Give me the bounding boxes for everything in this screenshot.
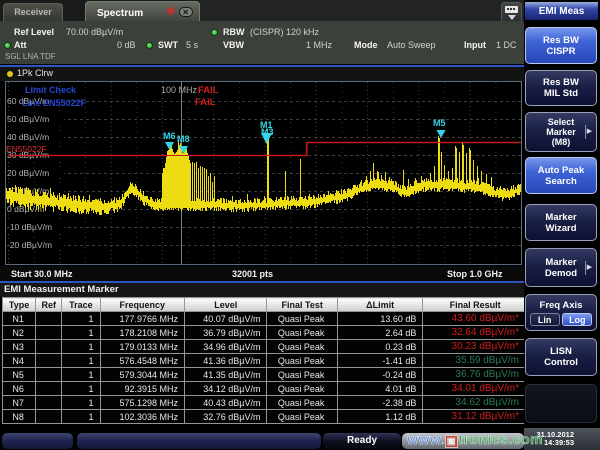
svg-text:100 MHz: 100 MHz bbox=[161, 85, 198, 95]
svg-text:FAIL: FAIL bbox=[195, 97, 216, 108]
svg-text:M5: M5 bbox=[433, 118, 446, 128]
svg-text:50 dBµV/m: 50 dBµV/m bbox=[7, 114, 49, 124]
svg-text:-10 dBµV/m: -10 dBµV/m bbox=[7, 222, 52, 232]
svg-text:EN55022F: EN55022F bbox=[6, 144, 47, 154]
svg-text:M6: M6 bbox=[163, 131, 176, 141]
svg-text:Limit Check: Limit Check bbox=[25, 85, 77, 95]
svg-text:20 dBµV/m: 20 dBµV/m bbox=[7, 168, 49, 178]
svg-text:M8: M8 bbox=[177, 134, 190, 144]
svg-text:FAIL: FAIL bbox=[198, 85, 219, 96]
svg-text:40 dBµV/m: 40 dBµV/m bbox=[7, 132, 49, 142]
svg-text:-20 dBµV/m: -20 dBµV/m bbox=[7, 240, 52, 250]
svg-text:Line EN55022F: Line EN55022F bbox=[22, 98, 87, 108]
